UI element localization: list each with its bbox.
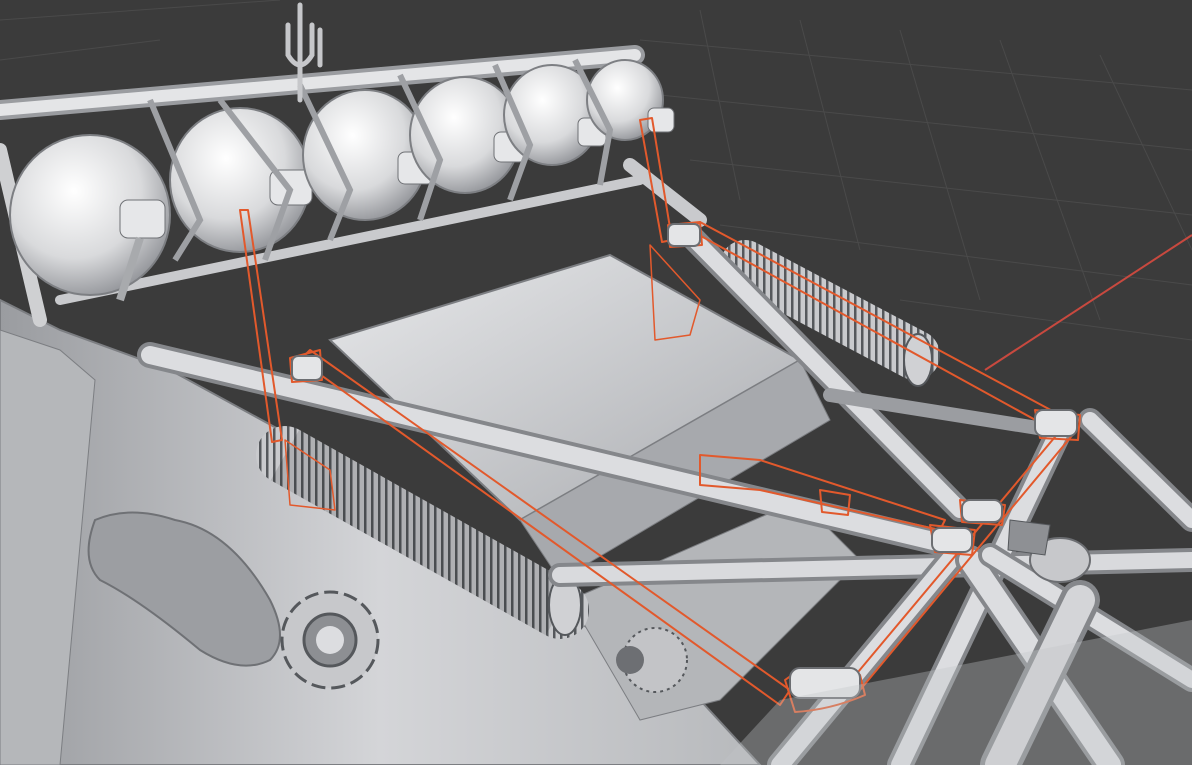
- fuel-cap-gear[interactable]: [280, 590, 380, 690]
- viewport-canvas[interactable]: [0, 0, 1192, 765]
- light-pod-6[interactable]: [586, 59, 675, 141]
- x-axis-line: [984, 234, 1192, 371]
- 3d-viewport[interactable]: [0, 0, 1192, 765]
